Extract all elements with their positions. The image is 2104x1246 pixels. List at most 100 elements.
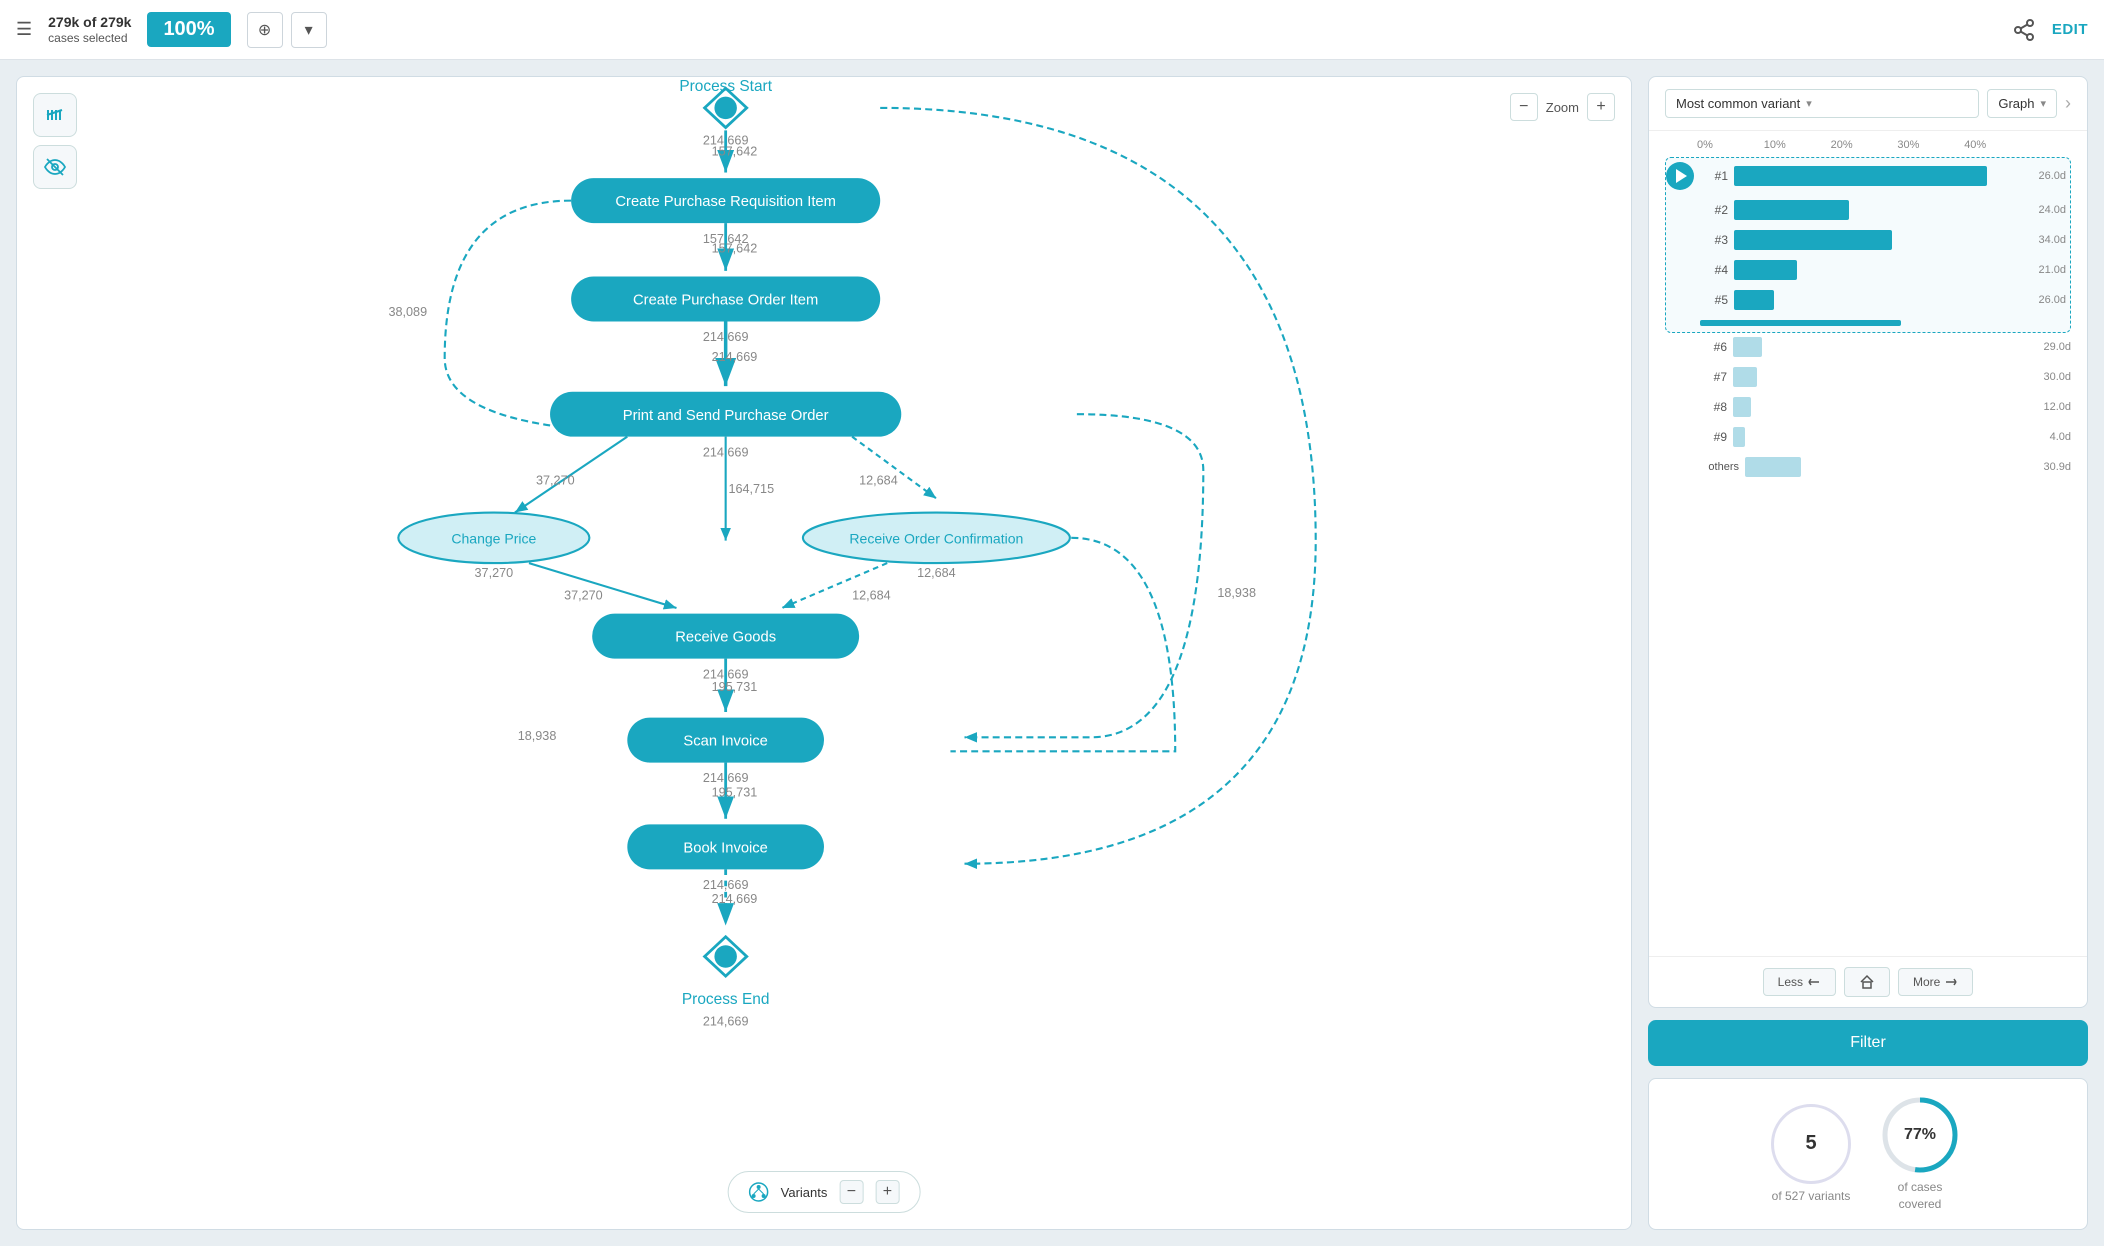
bar-row-9: #9 4.0d (1665, 427, 2071, 447)
svg-text:18,938: 18,938 (1217, 586, 1256, 600)
axis-30: 30% (1897, 139, 1964, 151)
svg-text:18,938: 18,938 (518, 729, 557, 743)
share-icon[interactable] (2012, 18, 2036, 42)
bar-container-4[interactable] (1734, 260, 2022, 280)
svg-text:214,669: 214,669 (703, 1014, 749, 1028)
more-button[interactable]: More (1898, 968, 1973, 996)
graph-sidebar (33, 93, 77, 189)
selected-variants-group: #1 26.0d #2 24.0d (1665, 157, 2071, 333)
more-icon (1944, 975, 1958, 989)
bar-time-2: 24.0d (2028, 204, 2066, 216)
bar-time-3: 34.0d (2028, 234, 2066, 246)
bar-time-1: 26.0d (2028, 170, 2066, 182)
bar-row-5: #5 26.0d (1666, 290, 2066, 310)
coverage-circle-container: 77% (1880, 1095, 1960, 1175)
main-content: − Zoom + Process Start 214,669 157,642 (0, 60, 2104, 1246)
axis-0: 0% (1697, 139, 1764, 151)
bar-container-7[interactable] (1733, 367, 2027, 387)
svg-text:195,731: 195,731 (712, 680, 758, 694)
bar-container-3[interactable] (1734, 230, 2022, 250)
bar-container-5[interactable] (1734, 290, 2022, 310)
tally-button[interactable] (33, 93, 77, 137)
svg-text:37,270: 37,270 (475, 566, 514, 580)
bar-container-6[interactable] (1733, 337, 2027, 357)
chevron-down-button[interactable]: ▾ (291, 12, 327, 48)
bar-fill-7 (1733, 367, 1757, 387)
more-label: More (1913, 975, 1940, 989)
variants-plus-button[interactable]: + (875, 1180, 899, 1204)
bar-container-others[interactable] (1745, 457, 2027, 477)
home-icon (1859, 974, 1875, 990)
menu-icon[interactable]: ☰ (16, 19, 32, 40)
chart-area: 0% 10% 20% 30% 40% #1 (1649, 131, 2087, 956)
bar-fill-others (1745, 457, 1801, 477)
nav-arrow-button[interactable]: › (2065, 93, 2071, 114)
svg-text:37,270: 37,270 (536, 473, 575, 487)
svg-text:157,642: 157,642 (712, 145, 758, 159)
svg-text:214,669: 214,669 (712, 892, 758, 906)
svg-text:37,270: 37,270 (564, 589, 603, 603)
edit-button[interactable]: EDIT (2052, 21, 2088, 38)
bar-time-5: 26.0d (2028, 294, 2066, 306)
svg-text:164,715: 164,715 (728, 482, 774, 496)
variants-count: 5 (1805, 1132, 1816, 1155)
bar-time-4: 21.0d (2028, 264, 2066, 276)
less-label: Less (1778, 975, 1803, 989)
bar-fill-5 (1734, 290, 1774, 310)
bar-container-2[interactable] (1734, 200, 2022, 220)
variants-stat: 5 of 527 variants (1771, 1104, 1851, 1205)
zoom-out-button[interactable]: − (1510, 93, 1538, 121)
svg-text:Process Start: Process Start (679, 78, 772, 95)
svg-text:Create Purchase Requisition It: Create Purchase Requisition Item (615, 194, 836, 210)
filter-card: Filter (1648, 1020, 2088, 1066)
graph-dropdown[interactable]: Graph ▾ (1987, 89, 2057, 118)
bar-time-others: 30.9d (2033, 461, 2071, 473)
bar-fill-3 (1734, 230, 1892, 250)
chart-header: Most common variant ▾ Graph ▾ › (1649, 77, 2087, 131)
bar-container-8[interactable] (1733, 397, 2027, 417)
variants-stat-label: of 527 variants (1772, 1188, 1851, 1205)
eye-button[interactable] (33, 145, 77, 189)
filter-button[interactable]: Filter (1662, 1034, 2074, 1052)
zoom-in-button[interactable]: + (1587, 93, 1615, 121)
bar-label-7: #7 (1699, 370, 1727, 384)
svg-text:157,642: 157,642 (712, 242, 758, 256)
bar-fill-8 (1733, 397, 1751, 417)
bar-time-9: 4.0d (2033, 431, 2071, 443)
bar-fill-6 (1733, 337, 1762, 357)
variants-minus-button[interactable]: − (839, 1180, 863, 1204)
bar-fill-1 (1734, 166, 1987, 186)
svg-text:Receive Goods: Receive Goods (675, 630, 776, 646)
svg-text:12,684: 12,684 (852, 589, 891, 603)
graph-panel: − Zoom + Process Start 214,669 157,642 (16, 76, 1632, 1230)
variants-circle: 5 (1771, 1104, 1851, 1184)
less-button[interactable]: Less (1763, 968, 1836, 996)
axis-40: 40% (1964, 139, 2031, 151)
chart-footer: Less More (1649, 956, 2087, 1007)
coverage-stat: 77% of cases covered (1875, 1095, 1965, 1213)
bar-row-others: others 30.9d (1665, 457, 2071, 477)
variants-icon (749, 1182, 769, 1202)
bar-row-4: #4 21.0d (1666, 260, 2066, 280)
variant-dropdown[interactable]: Most common variant ▾ (1665, 89, 1979, 118)
bar-label-5: #5 (1700, 293, 1728, 307)
svg-text:214,669: 214,669 (712, 350, 758, 364)
axis-20: 20% (1831, 139, 1898, 151)
svg-text:12,684: 12,684 (917, 566, 956, 580)
bar-container-1[interactable] (1734, 166, 2022, 186)
play-button[interactable] (1666, 162, 1694, 190)
percentage-badge: 100% (147, 12, 230, 47)
svg-text:Change Price: Change Price (451, 530, 536, 546)
add-view-button[interactable]: ⊕ (247, 12, 283, 48)
home-button[interactable] (1844, 967, 1890, 997)
coverage-percentage: 77% (1904, 1126, 1936, 1144)
tally-icon (44, 104, 66, 126)
bar-row-7: #7 30.0d (1665, 367, 2071, 387)
cases-count: 279k of 279k (48, 13, 131, 31)
bar-label-6: #6 (1699, 340, 1727, 354)
svg-text:Receive Order Confirmation: Receive Order Confirmation (849, 530, 1023, 546)
dropdown-chevron-icon: ▾ (1806, 97, 1812, 110)
cases-label: cases selected (48, 31, 131, 47)
axis-10: 10% (1764, 139, 1831, 151)
bar-container-9[interactable] (1733, 427, 2027, 447)
